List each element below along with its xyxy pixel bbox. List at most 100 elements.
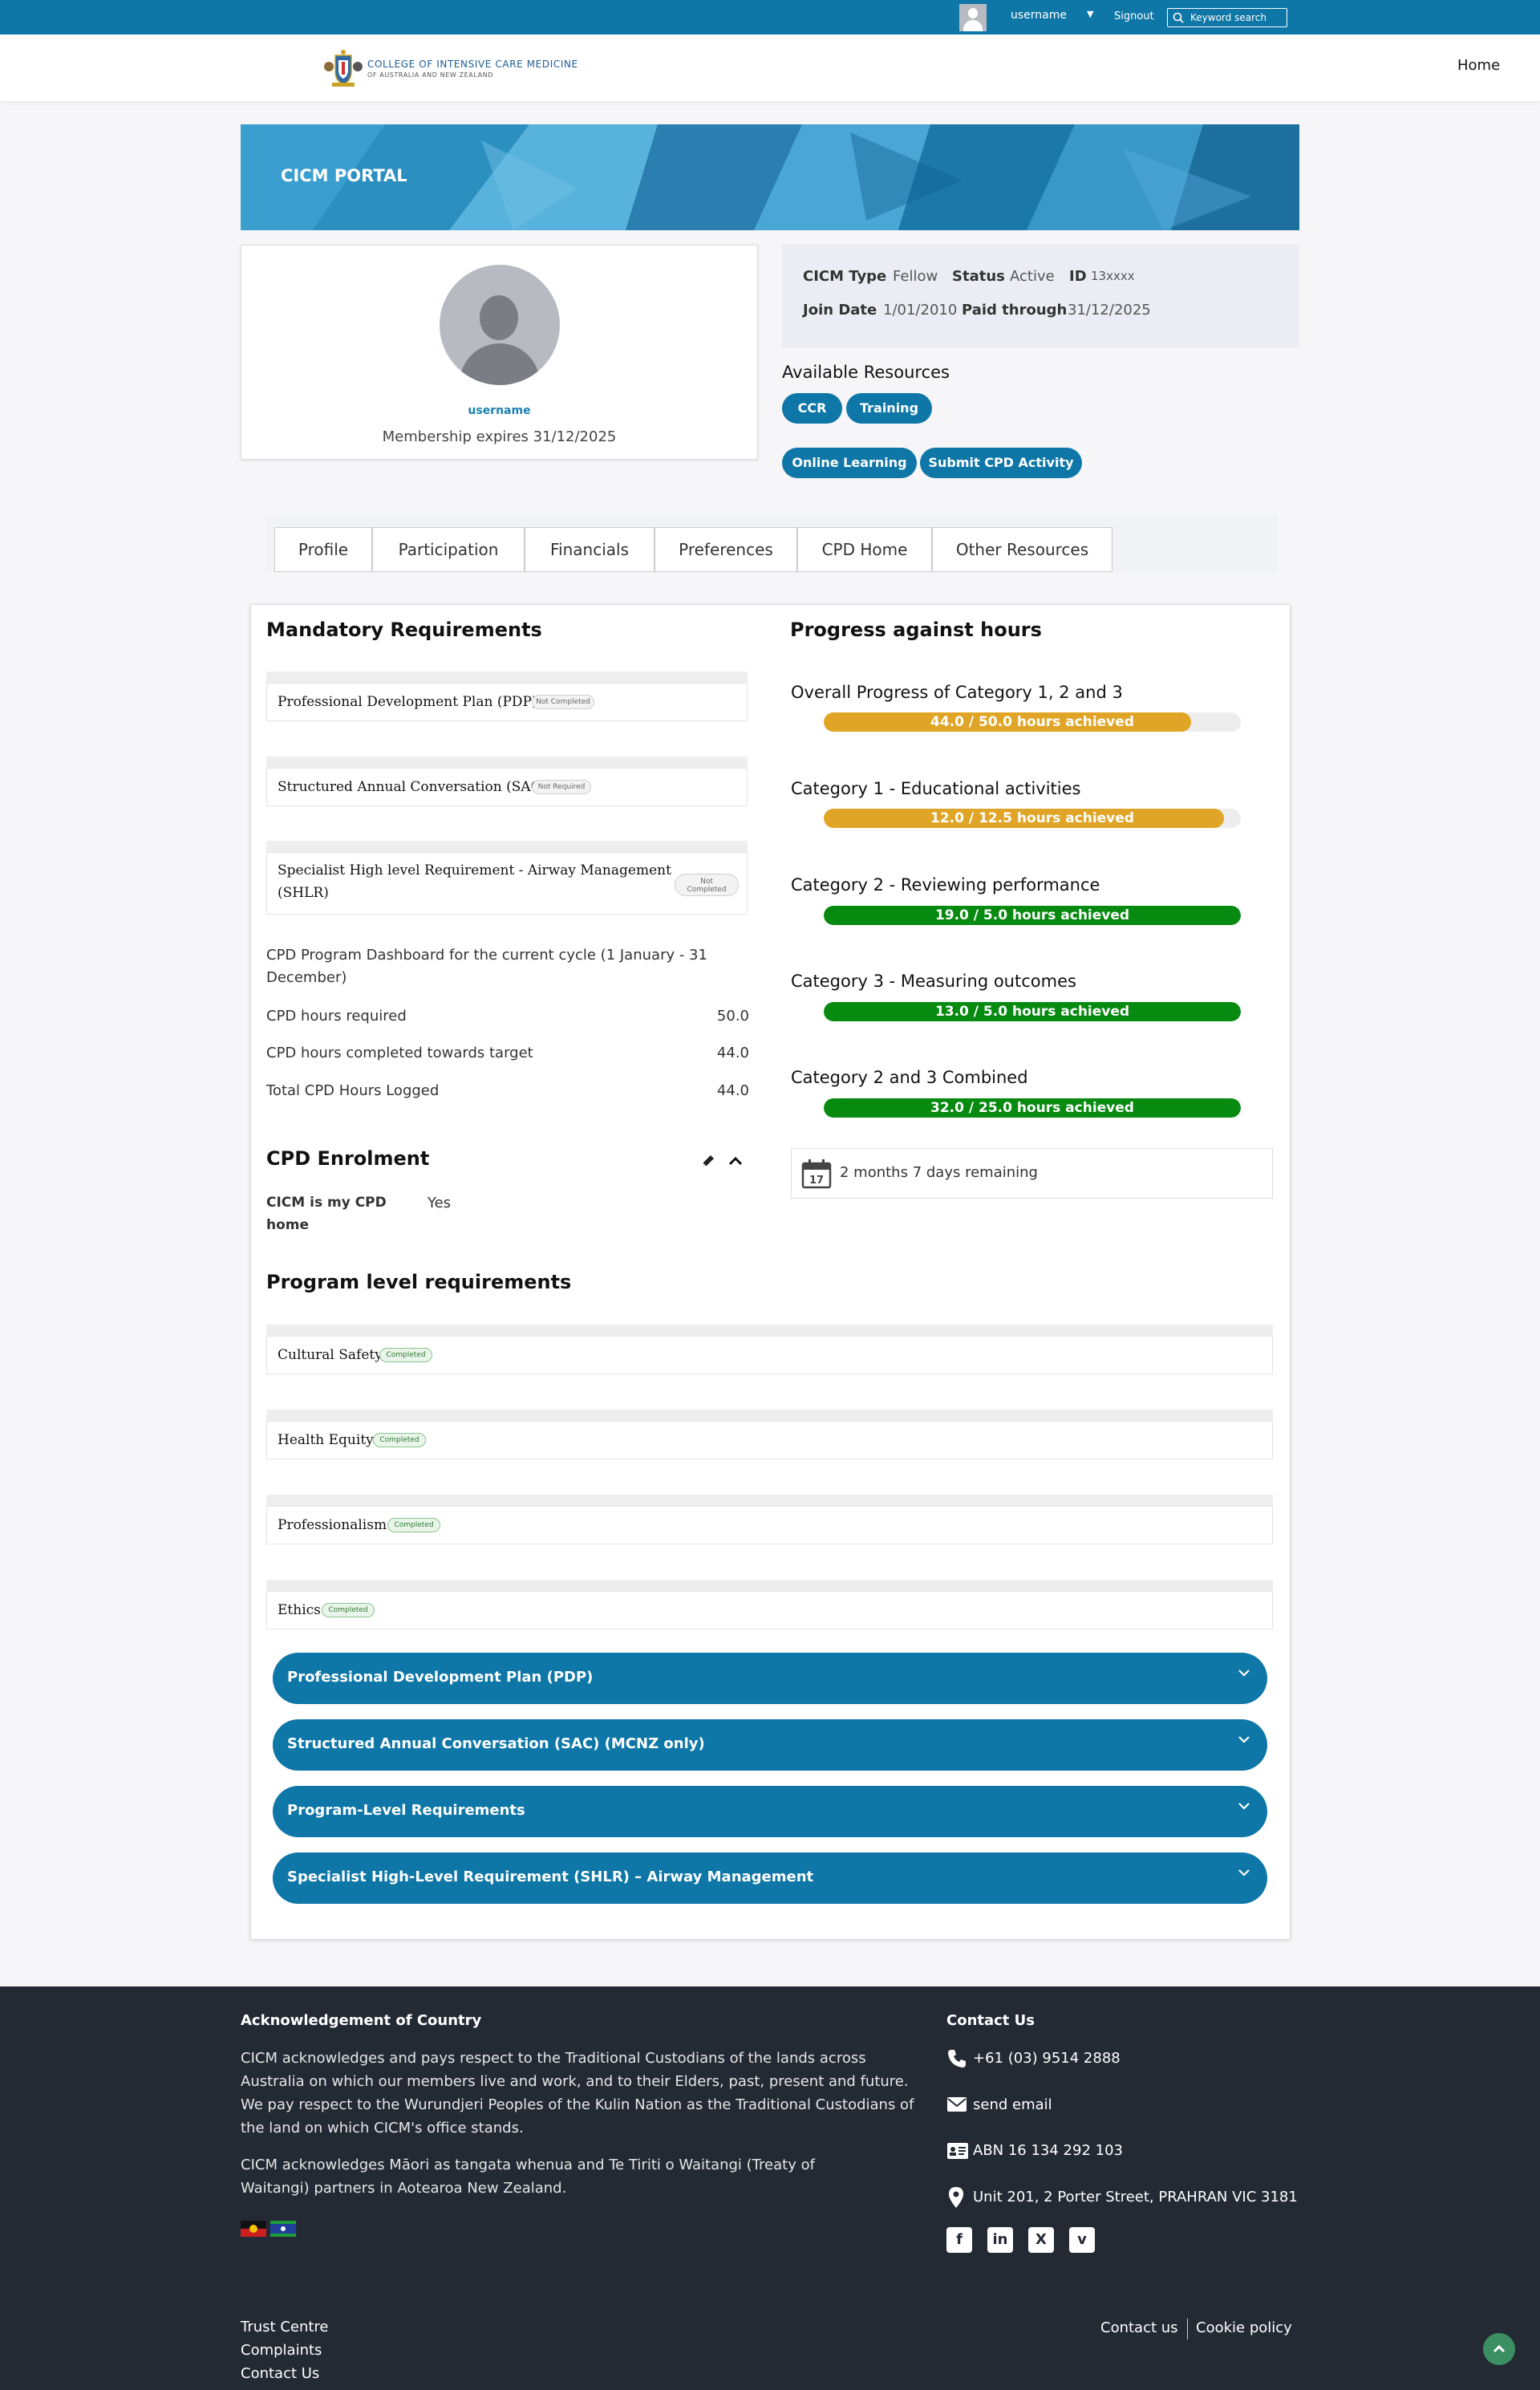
program-label: Professionalism bbox=[278, 1517, 387, 1533]
college-crest-logo[interactable] bbox=[321, 49, 366, 89]
top-bar: username ▼ Signout Keyword search bbox=[0, 0, 1540, 34]
vimeo-icon[interactable]: v bbox=[1069, 2227, 1095, 2253]
progress-title: Progress against hours bbox=[790, 619, 1042, 641]
paid-through-label: Paid through bbox=[962, 302, 1068, 319]
tab-preferences[interactable]: Preferences bbox=[654, 527, 797, 572]
contact-us-link[interactable]: Contact us bbox=[1100, 2319, 1178, 2336]
footer-contact-us-link[interactable]: Contact Us bbox=[241, 2365, 319, 2382]
username-menu[interactable]: username bbox=[1011, 9, 1067, 22]
user-avatar-icon[interactable] bbox=[959, 4, 987, 31]
chevron-down-icon bbox=[1238, 1736, 1250, 1743]
status-badge: Completed bbox=[379, 1348, 432, 1362]
contact-abn-text: ABN 16 134 292 103 bbox=[973, 2142, 1123, 2159]
site-header: COLLEGE OF INTENSIVE CARE MEDICINE OF AU… bbox=[0, 34, 1540, 101]
program-row-professionalism[interactable]: Professionalism Completed bbox=[266, 1506, 1273, 1544]
acknowledgement-line-1: CICM acknowledges and pays respect to th… bbox=[241, 2050, 866, 2067]
facebook-icon[interactable]: f bbox=[946, 2227, 972, 2253]
requirement-label: Professional Development Plan (PDP) bbox=[278, 694, 537, 710]
mandatory-requirements-title: Mandatory Requirements bbox=[266, 619, 542, 641]
cpd-enrolment-title: CPD Enrolment bbox=[266, 1147, 430, 1170]
requirement-row-sac[interactable]: Structured Annual Conversation (SAC) Not… bbox=[266, 768, 748, 806]
program-requirements-title: Program level requirements bbox=[266, 1271, 572, 1293]
id-value: 13xxxx bbox=[1091, 269, 1135, 283]
back-to-top-button[interactable] bbox=[1483, 2333, 1515, 2365]
accordion-label: Program-Level Requirements bbox=[287, 1802, 525, 1819]
row-header bbox=[266, 672, 748, 683]
search-icon bbox=[1173, 12, 1184, 23]
status-badge: Completed bbox=[322, 1603, 375, 1617]
row-header bbox=[266, 757, 748, 768]
training-button[interactable]: Training bbox=[846, 393, 932, 424]
logo-title: COLLEGE OF INTENSIVE CARE MEDICINE bbox=[367, 59, 578, 70]
portal-title: CICM PORTAL bbox=[281, 166, 407, 185]
category-3-progress-bar: 13.0 / 5.0 hours achieved bbox=[824, 1002, 1241, 1021]
cicm-cpd-home-label-line1: CICM is my CPD bbox=[266, 1195, 387, 1211]
trust-centre-link[interactable]: Trust Centre bbox=[241, 2319, 329, 2335]
keyword-search-input[interactable]: Keyword search bbox=[1167, 8, 1287, 27]
cicm-type-label: CICM Type bbox=[803, 268, 887, 285]
phone-icon bbox=[948, 2050, 966, 2067]
acknowledgement-title: Acknowledgement of Country bbox=[241, 2012, 482, 2029]
x-icon[interactable]: X bbox=[1028, 2227, 1054, 2253]
logo-subtitle: OF AUSTRALIA AND NEW ZEALAND bbox=[367, 71, 493, 79]
progress-label: 13.0 / 5.0 hours achieved bbox=[934, 1004, 1130, 1020]
accordion-program-level[interactable]: Program-Level Requirements bbox=[273, 1786, 1267, 1837]
progress-label: 19.0 / 5.0 hours achieved bbox=[934, 907, 1130, 923]
join-date-label: Join Date bbox=[803, 302, 877, 319]
pencil-icon[interactable] bbox=[700, 1153, 716, 1169]
online-learning-button[interactable]: Online Learning bbox=[782, 448, 917, 478]
maori-acknowledgement-line-2: Waitangi) partners in Aotearoa New Zeala… bbox=[241, 2180, 567, 2197]
tab-participation[interactable]: Participation bbox=[372, 527, 525, 572]
linkedin-icon[interactable]: in bbox=[987, 2227, 1013, 2253]
cpd-hours-completed-value: 44.0 bbox=[716, 1045, 749, 1061]
progress-label: 32.0 / 25.0 hours achieved bbox=[930, 1100, 1134, 1116]
accordion-label: Structured Annual Conversation (SAC) (MC… bbox=[287, 1735, 705, 1752]
tab-profile[interactable]: Profile bbox=[274, 527, 372, 572]
program-row-cultural-safety[interactable]: Cultural Safety Completed bbox=[266, 1336, 1273, 1374]
chevron-down-icon[interactable]: ▼ bbox=[1087, 9, 1093, 19]
accordion-label: Specialist High-Level Requirement (SHLR)… bbox=[287, 1869, 814, 1885]
aboriginal-flag-icon bbox=[241, 2221, 266, 2237]
cookie-policy-link[interactable]: Cookie policy bbox=[1196, 2319, 1292, 2336]
status-badge: Completed bbox=[387, 1518, 440, 1532]
submit-cpd-activity-button[interactable]: Submit CPD Activity bbox=[920, 448, 1082, 478]
nav-home-link[interactable]: Home bbox=[1457, 57, 1500, 74]
contact-phone-text: +61 (03) 9514 2888 bbox=[973, 2050, 1121, 2067]
ccr-button[interactable]: CCR bbox=[782, 393, 842, 424]
signout-link[interactable]: Signout bbox=[1114, 10, 1154, 22]
complaints-link[interactable]: Complaints bbox=[241, 2342, 322, 2359]
accordion-shlr[interactable]: Specialist High-Level Requirement (SHLR)… bbox=[273, 1852, 1267, 1904]
requirement-row-shlr[interactable]: Specialist High level Requirement - Airw… bbox=[266, 852, 748, 915]
tab-other-resources[interactable]: Other Resources bbox=[932, 527, 1112, 572]
accordion-sac[interactable]: Structured Annual Conversation (SAC) (MC… bbox=[273, 1719, 1267, 1771]
search-placeholder: Keyword search bbox=[1190, 12, 1266, 23]
overall-progress-title: Overall Progress of Category 1, 2 and 3 bbox=[791, 683, 1123, 702]
cicm-cpd-home-label-line2: home bbox=[266, 1217, 310, 1233]
category-2-progress-bar: 19.0 / 5.0 hours achieved bbox=[824, 906, 1241, 925]
envelope-icon bbox=[947, 2097, 967, 2112]
profile-username[interactable]: username bbox=[241, 404, 757, 417]
chevron-down-icon bbox=[1238, 1670, 1250, 1677]
acknowledgement-line-2: Australia on which our members live and … bbox=[241, 2073, 909, 2090]
category-2-title: Category 2 - Reviewing performance bbox=[791, 875, 1100, 895]
calendar-day: 17 bbox=[809, 1175, 824, 1187]
row-header bbox=[266, 1325, 1273, 1336]
total-cpd-hours-label: Total CPD Hours Logged bbox=[266, 1082, 440, 1099]
accordion-pdp[interactable]: Professional Development Plan (PDP) bbox=[273, 1653, 1267, 1704]
program-row-ethics[interactable]: Ethics Completed bbox=[266, 1591, 1273, 1629]
requirement-row-pdp[interactable]: Professional Development Plan (PDP) Not … bbox=[266, 683, 748, 721]
membership-expiry: Membership expires 31/12/2025 bbox=[382, 428, 617, 445]
program-row-health-equity[interactable]: Health Equity Completed bbox=[266, 1421, 1273, 1459]
tab-cpd-home[interactable]: CPD Home bbox=[797, 527, 932, 572]
category-1-progress-bar: 12.0 / 12.5 hours achieved bbox=[824, 809, 1241, 828]
progress-label: 12.0 / 12.5 hours achieved bbox=[930, 810, 1134, 826]
category-2-3-progress-bar: 32.0 / 25.0 hours achieved bbox=[824, 1098, 1241, 1118]
requirement-label-line2: (SHLR) bbox=[278, 885, 329, 901]
tab-financials[interactable]: Financials bbox=[525, 527, 654, 572]
cicm-cpd-home-value: Yes bbox=[428, 1195, 452, 1211]
maori-acknowledgement-line-1: CICM acknowledges Māori as tangata whenu… bbox=[241, 2157, 815, 2173]
chevron-up-icon[interactable] bbox=[727, 1152, 744, 1170]
row-header bbox=[266, 1580, 1273, 1591]
paid-through-value: 31/12/2025 bbox=[1068, 302, 1151, 319]
progress-label: 44.0 / 50.0 hours achieved bbox=[930, 714, 1134, 730]
